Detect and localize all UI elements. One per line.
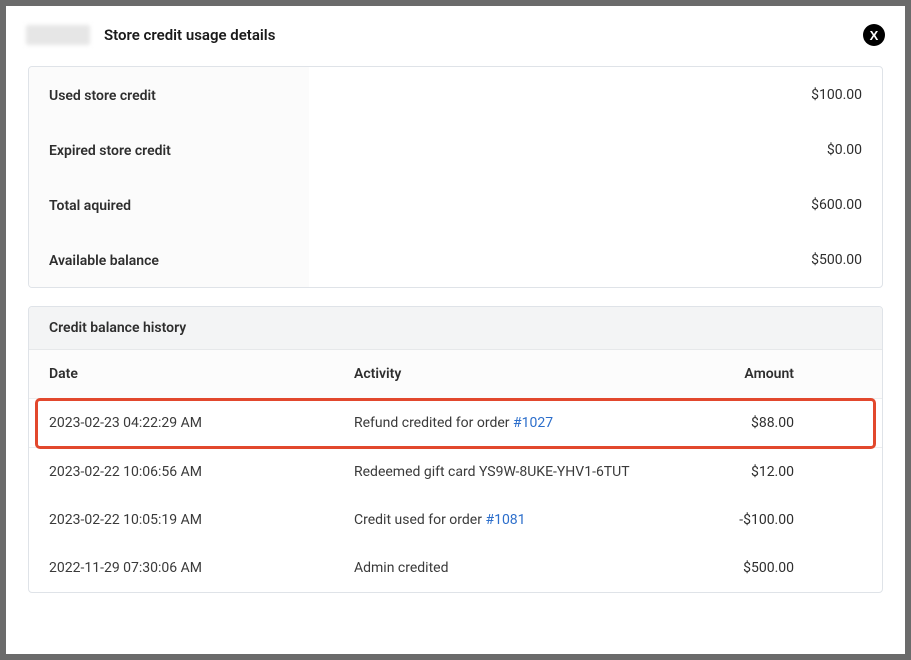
history-table-header: Date Activity Amount <box>29 350 882 399</box>
total-acquired-label: Total aquired <box>49 198 131 214</box>
column-header-date: Date <box>49 366 354 382</box>
column-header-activity: Activity <box>354 366 674 382</box>
expired-credit-value: $0.00 <box>827 142 862 158</box>
summary-row-available: Available balance $500.00 <box>29 232 882 287</box>
history-row: 2023-02-22 10:06:56 AMRedeemed gift card… <box>29 448 882 496</box>
total-acquired-value: $600.00 <box>811 197 862 213</box>
row-amount: -$100.00 <box>674 512 794 528</box>
row-activity: Redeemed gift card YS9W-8UKE-YHV1-6TUT <box>354 464 674 480</box>
summary-row-acquired: Total aquired $600.00 <box>29 177 882 232</box>
history-card: Credit balance history Date Activity Amo… <box>28 306 883 593</box>
row-date: 2023-02-23 04:22:29 AM <box>49 415 354 431</box>
available-balance-value: $500.00 <box>811 252 862 268</box>
table-row: 2023-02-23 04:22:29 AMRefund credited fo… <box>29 399 882 448</box>
modal-title: Store credit usage details <box>104 26 275 44</box>
summary-row-expired: Expired store credit $0.00 <box>29 122 882 177</box>
activity-text: Refund credited for order <box>354 415 513 431</box>
used-credit-value: $100.00 <box>811 87 862 103</box>
history-row: 2023-02-23 04:22:29 AMRefund credited fo… <box>29 399 882 448</box>
history-table-body: 2023-02-23 04:22:29 AMRefund credited fo… <box>29 399 882 592</box>
row-activity: Credit used for order #1081 <box>354 512 674 528</box>
row-date: 2023-02-22 10:05:19 AM <box>49 512 354 528</box>
close-icon: X <box>870 29 879 42</box>
available-balance-label: Available balance <box>49 253 159 269</box>
modal-header: Store credit usage details X <box>26 24 885 46</box>
table-row: 2023-02-22 10:05:19 AMCredit used for or… <box>29 496 882 544</box>
row-activity: Refund credited for order #1027 <box>354 415 674 431</box>
row-date: 2023-02-22 10:06:56 AM <box>49 464 354 480</box>
row-activity: Admin credited <box>354 560 674 576</box>
history-table: Date Activity Amount 2023-02-23 04:22:29… <box>29 350 882 592</box>
row-amount: $88.00 <box>674 415 794 431</box>
summary-row-used: Used store credit $100.00 <box>29 67 882 122</box>
history-row: 2022-11-29 07:30:06 AMAdmin credited $500… <box>29 544 882 592</box>
activity-text: Redeemed gift card YS9W-8UKE-YHV1-6TUT <box>354 464 630 480</box>
row-date: 2022-11-29 07:30:06 AM <box>49 560 354 576</box>
summary-card: Used store credit $100.00 Expired store … <box>28 66 883 288</box>
order-link[interactable]: #1027 <box>513 415 553 431</box>
table-row: 2022-11-29 07:30:06 AMAdmin credited $500… <box>29 544 882 592</box>
history-row: 2023-02-22 10:05:19 AMCredit used for or… <box>29 496 882 544</box>
table-row: 2023-02-22 10:06:56 AMRedeemed gift card… <box>29 448 882 496</box>
modal-header-left: Store credit usage details <box>26 25 275 45</box>
history-title: Credit balance history <box>29 307 882 350</box>
row-amount: $500.00 <box>674 560 794 576</box>
column-header-amount: Amount <box>674 366 794 382</box>
used-credit-label: Used store credit <box>49 88 156 104</box>
activity-text: Admin credited <box>354 560 448 576</box>
logo <box>26 25 90 45</box>
store-credit-modal: Store credit usage details X Used store … <box>6 6 905 654</box>
row-amount: $12.00 <box>674 464 794 480</box>
order-link[interactable]: #1081 <box>485 512 525 528</box>
activity-text: Credit used for order <box>354 512 485 528</box>
close-button[interactable]: X <box>863 24 885 46</box>
expired-credit-label: Expired store credit <box>49 143 171 159</box>
